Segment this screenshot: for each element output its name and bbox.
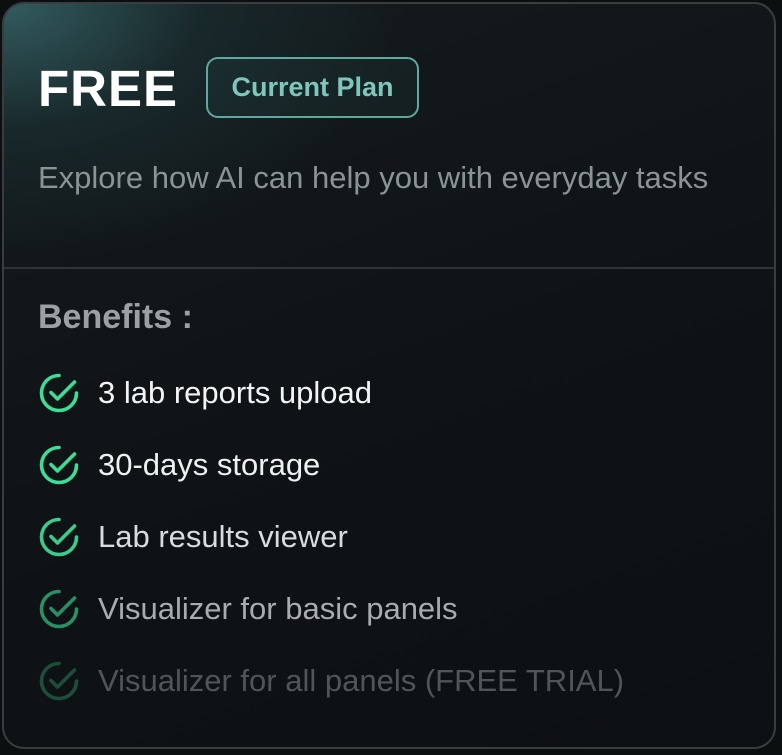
benefits-heading: Benefits : bbox=[38, 298, 193, 336]
benefit-item: Visualizer for basic panels bbox=[38, 587, 458, 631]
benefit-label: 3 lab reports upload bbox=[98, 375, 373, 410]
current-plan-badge: Current Plan bbox=[206, 57, 419, 118]
plan-name: FREE bbox=[38, 60, 179, 117]
check-circle-icon bbox=[39, 661, 79, 701]
benefit-item: Visualizer for all panels (FREE TRIAL) bbox=[38, 659, 624, 703]
plan-description: Explore how AI can help you with everyda… bbox=[38, 160, 709, 195]
check-circle-icon bbox=[39, 373, 79, 413]
divider bbox=[4, 267, 774, 269]
check-circle-icon bbox=[39, 445, 79, 485]
benefit-label: Visualizer for basic panels bbox=[98, 591, 458, 626]
plan-card: FREE Current Plan Explore how AI can hel… bbox=[2, 2, 776, 749]
benefit-item: 3 lab reports upload bbox=[38, 371, 372, 415]
benefit-label: 30-days storage bbox=[98, 447, 321, 482]
check-circle-icon bbox=[39, 517, 79, 557]
benefit-label: Visualizer for all panels (FREE TRIAL) bbox=[98, 663, 625, 698]
check-circle-icon bbox=[39, 589, 79, 629]
benefit-label: Lab results viewer bbox=[98, 519, 348, 554]
benefit-item: 30-days storage bbox=[38, 443, 320, 487]
benefit-item: Lab results viewer bbox=[38, 515, 348, 559]
